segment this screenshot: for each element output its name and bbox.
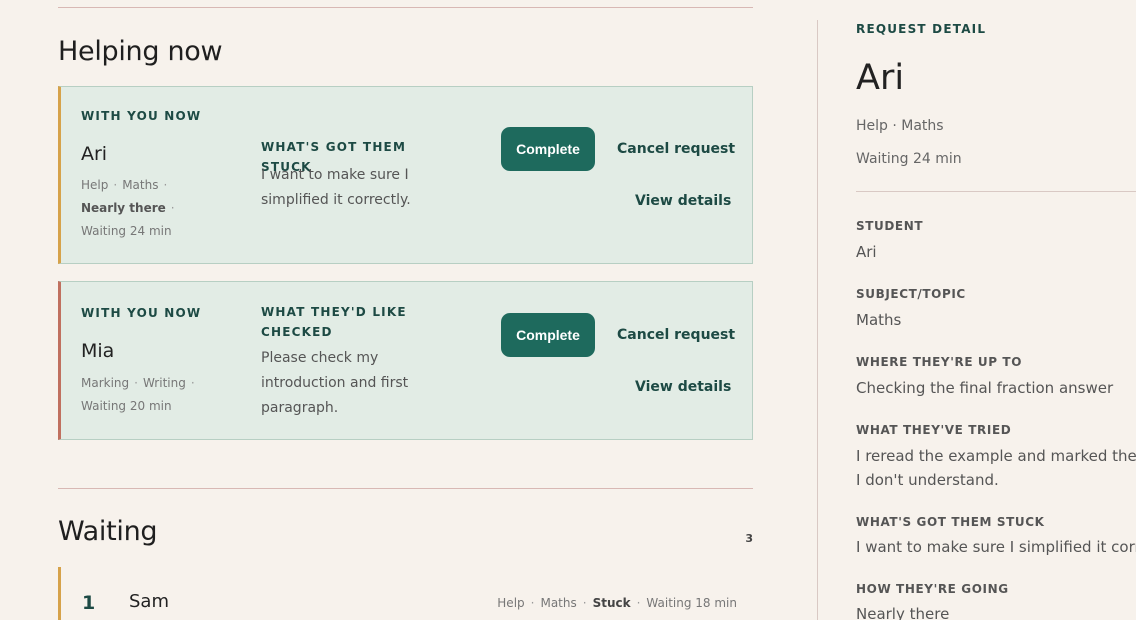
- stuck-field-label: WHAT'S GOT THEM STUCK: [856, 515, 1045, 529]
- waiting-time: Waiting 20 min: [81, 399, 172, 413]
- view-details-link[interactable]: View details: [635, 379, 731, 395]
- student-name: Ari: [81, 143, 108, 165]
- view-details-link[interactable]: View details: [635, 193, 731, 209]
- request-detail-label: REQUEST DETAIL: [856, 22, 987, 36]
- progress-field-value: Checking the final fraction answer: [856, 379, 1114, 397]
- tried-field-label: WHAT THEY'VE TRIED: [856, 423, 1012, 437]
- request-status: Stuck: [592, 596, 631, 610]
- with-you-now-label: WITH YOU NOW: [81, 109, 202, 123]
- active-request-card-ari: WITH YOU NOW Ari Help · Maths · Nearly ther…: [58, 86, 753, 264]
- waiting-time: Waiting 24 min: [81, 224, 172, 238]
- request-meta: Marking · Writing · Waiting 20 min: [81, 376, 195, 413]
- complete-button[interactable]: Complete: [501, 313, 595, 357]
- request-status: Nearly there: [81, 201, 166, 215]
- subject-field-value: Maths: [856, 311, 902, 329]
- request-type: Marking: [81, 376, 130, 390]
- student-field-label: STUDENT: [856, 219, 924, 233]
- detail-summary: Help · Maths: [856, 118, 944, 134]
- progress-field-label: WHERE THEY'RE UP TO: [856, 355, 1022, 369]
- stuck-text: I want to make sure I simplified it corr…: [261, 167, 411, 208]
- subject-field-label: SUBJECT/TOPIC: [856, 287, 966, 301]
- cancel-request-link[interactable]: Cancel request: [617, 141, 735, 157]
- waiting-divider: [58, 488, 753, 489]
- request-subject: Maths: [540, 596, 577, 610]
- detail-student-name: Ari: [856, 58, 905, 98]
- student-field-value: Ari: [856, 243, 877, 261]
- going-field-label: HOW THEY'RE GOING: [856, 582, 1009, 596]
- checked-heading: WHAT THEY'D LIKE CHECKED: [261, 305, 407, 339]
- request-detail-panel: REQUEST DETAIL Ari Help · Maths Waiting …: [856, 0, 1136, 620]
- cancel-request-link[interactable]: Cancel request: [617, 327, 735, 343]
- student-name: Mia: [81, 340, 115, 362]
- complete-button[interactable]: Complete: [501, 127, 595, 171]
- helping-now-heading: Helping now: [58, 36, 223, 67]
- student-name: Sam: [129, 591, 169, 612]
- queue-position: 1: [82, 592, 96, 614]
- queue-row-meta: Help · Maths · Stuck · Waiting 18 min: [497, 596, 737, 610]
- request-subject: Maths: [122, 178, 159, 192]
- waiting-heading: Waiting: [58, 516, 158, 547]
- request-type: Help: [81, 178, 109, 192]
- detail-divider: [856, 191, 1136, 192]
- main-queue: Helping now WITH YOU NOW Ari Help · Maths ·…: [58, 0, 753, 620]
- checked-text: Please check my introduction and first p…: [261, 350, 409, 416]
- waiting-time: Waiting 18 min: [646, 596, 737, 610]
- waiting-count-badge: 3: [745, 532, 753, 545]
- top-divider: [58, 7, 753, 8]
- request-meta: Help · Maths · Nearly there · Waiting 24 min: [81, 178, 175, 238]
- request-type: Help: [497, 596, 525, 610]
- active-request-card-mia: WITH YOU NOW Mia Marking · Writing · Waitin…: [58, 281, 753, 440]
- panel-divider: [817, 20, 818, 620]
- going-field-value: Nearly there: [856, 605, 950, 620]
- stuck-field-value: I want to make sure I simplified it corr…: [856, 538, 1136, 556]
- detail-waiting-time: Waiting 24 min: [856, 151, 962, 167]
- queue-row[interactable]: 1 Sam Help · Maths · Stuck · Waiting 18 min: [58, 567, 753, 620]
- tried-field-value: I reread the example and marked the part…: [856, 447, 1136, 489]
- with-you-now-label: WITH YOU NOW: [81, 306, 202, 320]
- request-subject: Writing: [142, 376, 186, 390]
